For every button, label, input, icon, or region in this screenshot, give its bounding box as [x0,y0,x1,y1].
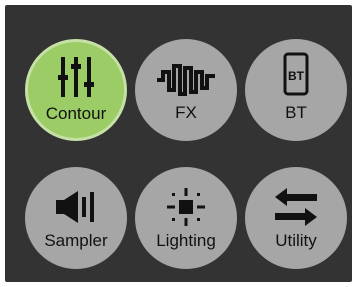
lighting-button[interactable]: Lighting [135,167,237,269]
waveform-icon [157,64,215,96]
utility-label: Utility [275,231,317,250]
contour-button[interactable]: Contour [25,39,127,141]
light-icon [167,188,205,226]
swap-arrows-icon [275,188,317,226]
svg-text:BT: BT [288,69,305,83]
lighting-label: Lighting [156,231,216,250]
bt-label: BT [285,103,307,122]
bluetooth-device-icon: BT [283,52,309,96]
sliders-icon [58,57,94,97]
contour-label: Contour [45,104,107,123]
fx-label: FX [175,103,197,122]
menu-panel: Contour FX BT BT Sampler Lighting Utilit… [5,5,352,282]
utility-button[interactable]: Utility [245,167,347,269]
sampler-label: Sampler [44,231,108,250]
bt-button[interactable]: BT BT [245,39,347,141]
fx-button[interactable]: FX [135,39,237,141]
sampler-button[interactable]: Sampler [25,167,127,269]
speaker-icon [56,191,94,223]
